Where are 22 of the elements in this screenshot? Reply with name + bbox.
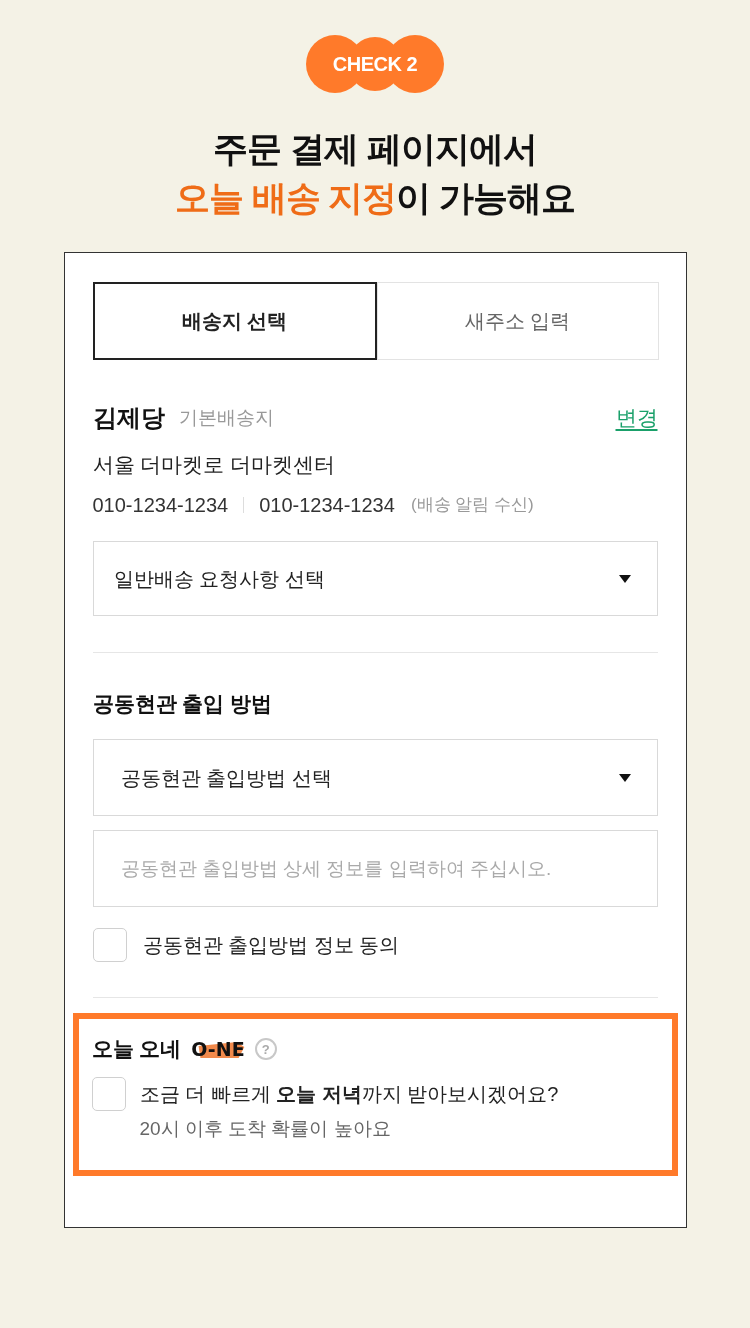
notification-note: (배송 알림 수신) <box>410 494 534 516</box>
section-title: 오늘 오네 <box>91 1036 182 1062</box>
caret-icon <box>618 574 631 583</box>
phone-number: 010-1234-1234 <box>92 493 229 518</box>
street-address: 서울 더마켓로 더마켓센터 <box>92 452 337 478</box>
checkbox[interactable] <box>92 928 127 962</box>
checkbox[interactable] <box>91 1077 126 1111</box>
check-badge: CHECK 2 <box>306 35 444 93</box>
address-tab[interactable]: 새주소 입력 <box>376 282 659 360</box>
option-note: 20시 이후 도착 확률이 높아요 <box>139 1117 392 1141</box>
consent-label: 공동현관 출입방법 정보 동의 <box>142 933 400 958</box>
detail-input-field[interactable]: 공동현관 출입방법 상세 정보를 입력하여 주십시오. <box>92 830 658 907</box>
caret-icon <box>618 773 631 782</box>
option-label: 조금 더 빠르게 오늘 저녁까지 받아보시겠어요? <box>139 1082 559 1107</box>
entrance-method-dropdown[interactable]: 공동현관 출입방법 선택 <box>92 739 658 816</box>
recipient-name: 김제당 <box>92 403 165 433</box>
address-tab[interactable]: 배송지 선택 <box>92 282 377 360</box>
phone-number: 010-1234-1234 <box>259 493 395 518</box>
headline: 주문 결제 페이지에서 오늘 배송 지정이 가능해요 <box>174 128 576 219</box>
request-dropdown[interactable]: 일반배송 요청사항 선택 <box>92 541 658 616</box>
default-address-tag: 기본배송지 <box>178 402 274 434</box>
section-heading: 공동현관 출입 방법 <box>92 691 274 717</box>
